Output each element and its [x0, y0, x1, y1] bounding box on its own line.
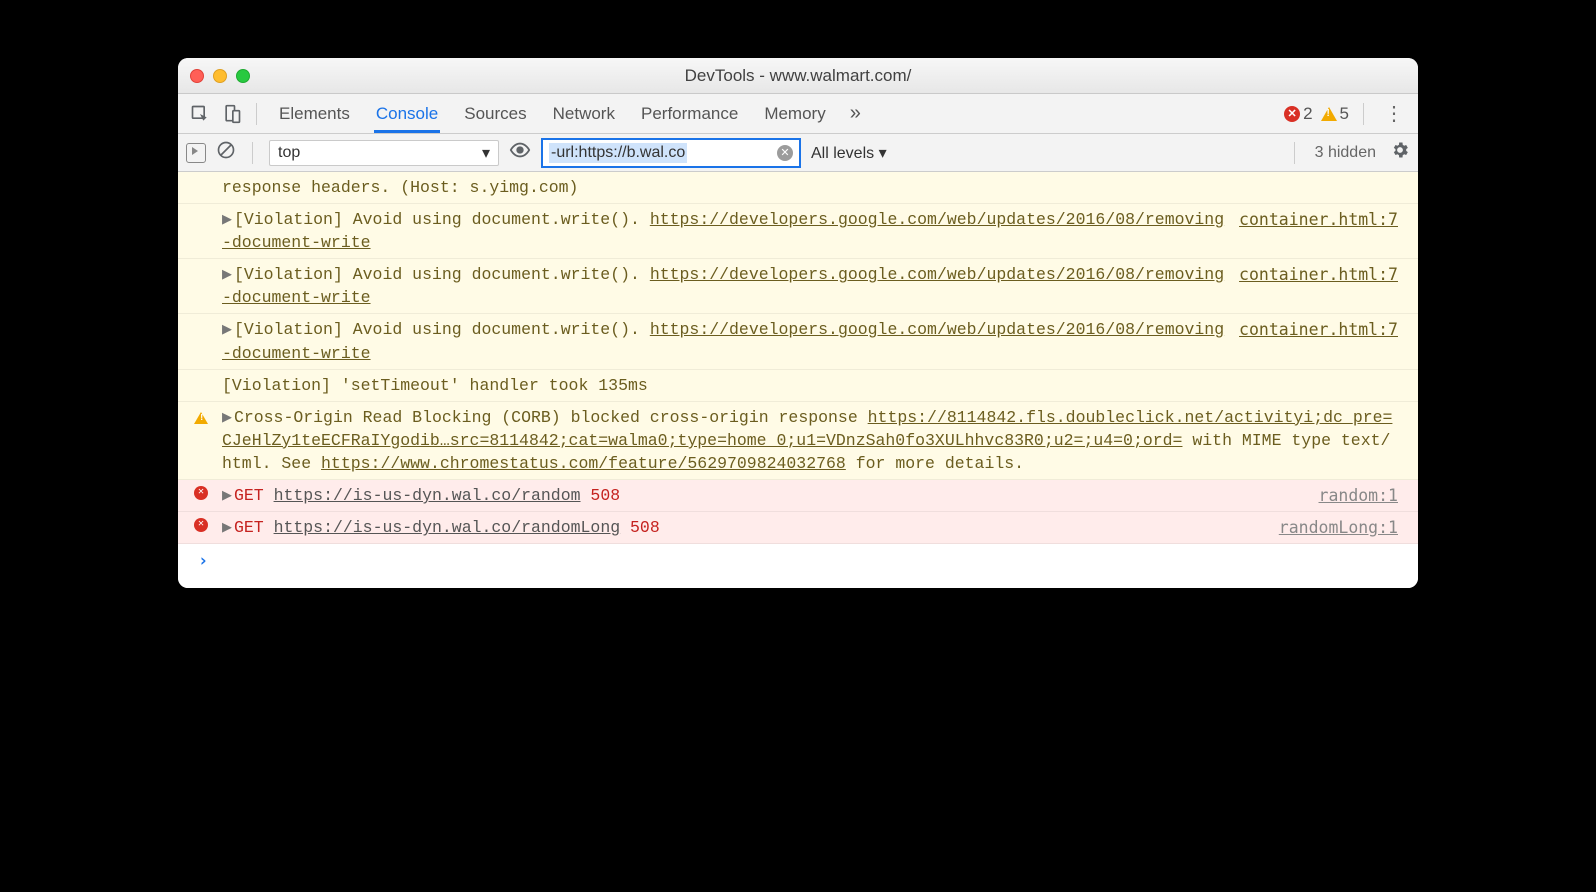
disclosure-triangle-icon[interactable]: ▶ — [222, 518, 232, 537]
http-method: GET — [234, 518, 264, 537]
disclosure-triangle-icon[interactable]: ▶ — [222, 320, 232, 339]
log-message: ▶[Violation] Avoid using document.write(… — [222, 263, 1229, 309]
error-url[interactable]: https://is-us-dyn.wal.co/random — [274, 486, 581, 505]
error-count-badge[interactable]: ✕ 2 — [1284, 104, 1312, 124]
source-link[interactable]: container.html:7 — [1239, 208, 1398, 254]
log-row: ✕ ▶GET https://is-us-dyn.wal.co/randomLo… — [178, 512, 1418, 544]
warning-count: 5 — [1340, 104, 1349, 124]
error-count: 2 — [1303, 104, 1312, 124]
tab-memory[interactable]: Memory — [762, 95, 827, 133]
warning-icon — [194, 408, 208, 431]
log-row: ▶[Violation] Avoid using document.write(… — [178, 204, 1418, 259]
filter-text: -url:https://b.wal.co — [549, 143, 687, 163]
filterbar-divider — [1294, 142, 1295, 164]
disclosure-triangle-icon[interactable]: ▶ — [222, 486, 232, 505]
log-message: ▶Cross-Origin Read Blocking (CORB) block… — [222, 406, 1398, 475]
tab-performance[interactable]: Performance — [639, 95, 740, 133]
live-expression-icon[interactable] — [509, 139, 531, 166]
log-row: ✕ ▶GET https://is-us-dyn.wal.co/random 5… — [178, 480, 1418, 512]
http-method: GET — [234, 486, 264, 505]
console-filterbar: top ▾ -url:https://b.wal.co ✕ All levels… — [178, 134, 1418, 172]
log-levels-selector[interactable]: All levels ▾ — [811, 143, 887, 163]
log-row: [Violation] 'setTimeout' handler took 13… — [178, 370, 1418, 402]
log-row: ▶[Violation] Avoid using document.write(… — [178, 314, 1418, 369]
warning-count-badge[interactable]: 5 — [1321, 104, 1349, 124]
console-prompt[interactable]: › — [178, 544, 1418, 588]
toolbar-divider — [1363, 103, 1364, 125]
clear-filter-icon[interactable]: ✕ — [777, 145, 793, 161]
warning-icon — [1321, 107, 1337, 121]
tab-elements[interactable]: Elements — [277, 95, 352, 133]
titlebar: DevTools - www.walmart.com/ — [178, 58, 1418, 94]
log-message: ▶[Violation] Avoid using document.write(… — [222, 208, 1229, 254]
source-link[interactable]: random:1 — [1319, 484, 1398, 507]
tab-network[interactable]: Network — [551, 95, 617, 133]
toggle-sidebar-icon[interactable] — [186, 143, 206, 163]
http-status: 508 — [590, 486, 620, 505]
log-message: ▶GET https://is-us-dyn.wal.co/randomLong… — [222, 516, 1269, 539]
console-settings-icon[interactable] — [1390, 140, 1410, 165]
filterbar-divider — [252, 142, 253, 164]
log-message: response headers. (Host: s.yimg.com) — [222, 176, 1398, 199]
error-icon: ✕ — [194, 518, 208, 532]
window-title: DevTools - www.walmart.com/ — [178, 66, 1418, 86]
tab-console[interactable]: Console — [374, 95, 440, 133]
http-status: 508 — [630, 518, 660, 537]
corb-feature-link[interactable]: https://www.chromestatus.com/feature/562… — [321, 454, 846, 473]
log-row: response headers. (Host: s.yimg.com) — [178, 172, 1418, 204]
device-toolbar-icon[interactable] — [218, 100, 246, 128]
source-link[interactable]: container.html:7 — [1239, 263, 1398, 309]
context-value: top — [278, 144, 300, 162]
panel-tabs: Elements Console Sources Network Perform… — [277, 95, 828, 133]
disclosure-triangle-icon[interactable]: ▶ — [222, 210, 232, 229]
more-tabs-icon[interactable]: » — [850, 102, 861, 125]
filter-input[interactable]: -url:https://b.wal.co ✕ — [541, 138, 801, 168]
prompt-chevron-icon: › — [198, 551, 208, 571]
hidden-count[interactable]: 3 hidden — [1315, 144, 1376, 162]
inspect-element-icon[interactable] — [186, 100, 214, 128]
log-message: ▶[Violation] Avoid using document.write(… — [222, 318, 1229, 364]
log-message: ▶GET https://is-us-dyn.wal.co/random 508 — [222, 484, 1309, 507]
disclosure-triangle-icon[interactable]: ▶ — [222, 408, 232, 427]
source-link[interactable]: container.html:7 — [1239, 318, 1398, 364]
toolbar-divider — [256, 103, 257, 125]
clear-console-icon[interactable] — [216, 140, 236, 165]
log-row: ▶Cross-Origin Read Blocking (CORB) block… — [178, 402, 1418, 480]
disclosure-triangle-icon[interactable]: ▶ — [222, 265, 232, 284]
error-icon: ✕ — [1284, 106, 1300, 122]
error-icon: ✕ — [194, 486, 208, 500]
tab-sources[interactable]: Sources — [462, 95, 528, 133]
console-output: response headers. (Host: s.yimg.com) ▶[V… — [178, 172, 1418, 588]
chevron-down-icon: ▾ — [482, 143, 490, 163]
context-selector[interactable]: top ▾ — [269, 140, 499, 166]
devtools-window: DevTools - www.walmart.com/ Elements Con… — [178, 58, 1418, 588]
log-message: [Violation] 'setTimeout' handler took 13… — [222, 374, 1398, 397]
log-row: ▶[Violation] Avoid using document.write(… — [178, 259, 1418, 314]
main-toolbar: Elements Console Sources Network Perform… — [178, 94, 1418, 134]
customize-menu-icon[interactable]: ⋮ — [1378, 101, 1410, 126]
source-link[interactable]: randomLong:1 — [1279, 516, 1398, 539]
error-url[interactable]: https://is-us-dyn.wal.co/randomLong — [274, 518, 621, 537]
